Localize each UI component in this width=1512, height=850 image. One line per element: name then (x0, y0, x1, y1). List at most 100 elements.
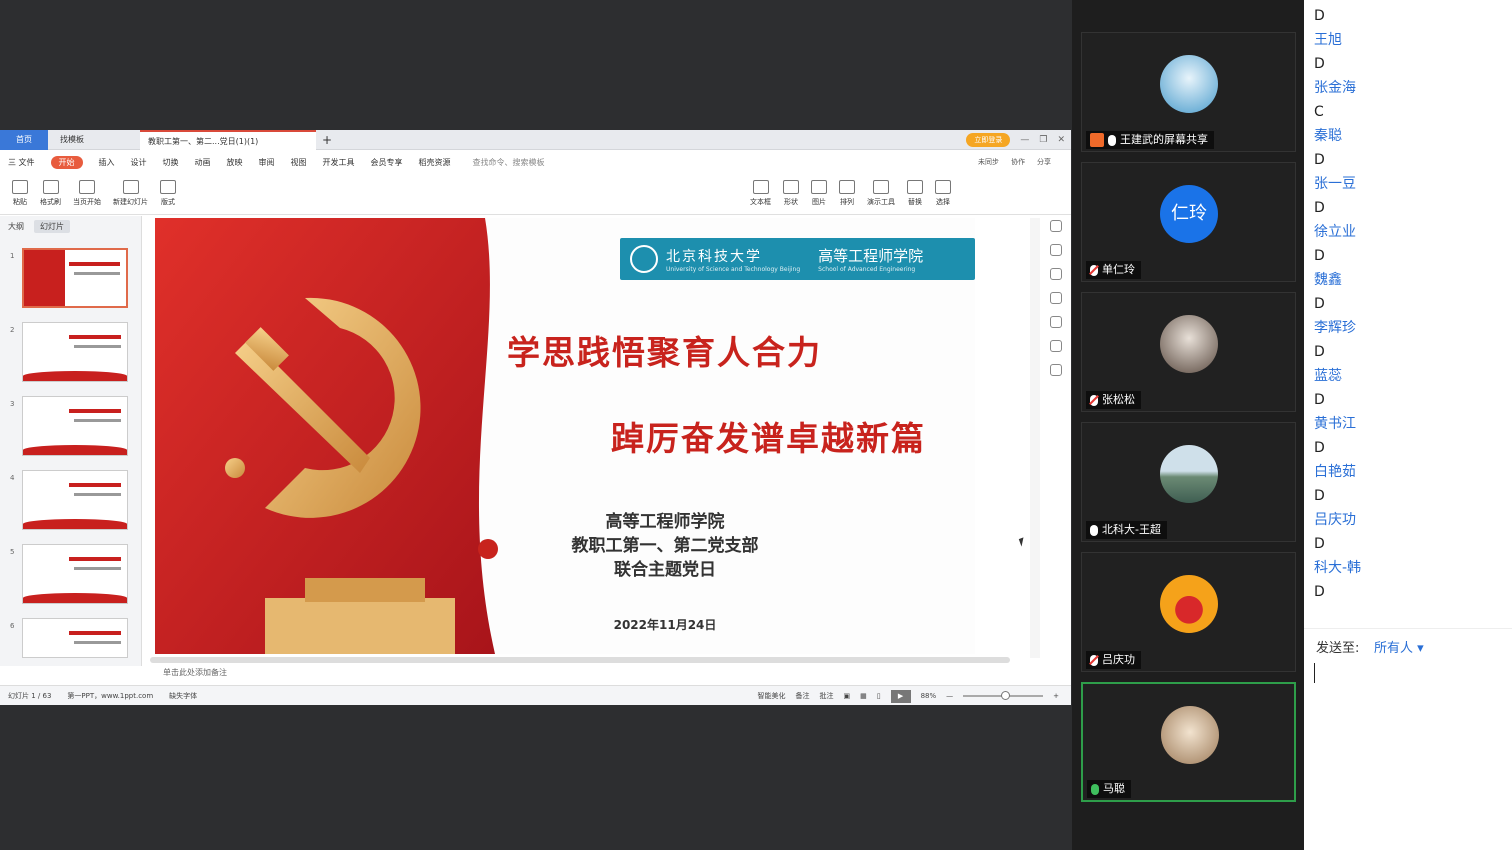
slide-organizer: 高等工程师学院 教职工第一、第二党支部 联合主题党日 (495, 510, 835, 582)
menu-design[interactable]: 设计 (131, 157, 147, 168)
properties-icon[interactable] (1050, 220, 1062, 232)
menu-slideshow[interactable]: 放映 (227, 157, 243, 168)
menu-transition[interactable]: 切换 (163, 157, 179, 168)
participant-tile[interactable]: 王建武的屏幕共享 (1081, 32, 1296, 152)
new-slide-button[interactable]: 新建幻灯片 (113, 180, 148, 207)
share-button[interactable]: 分享 (1037, 157, 1051, 167)
participant-tile[interactable]: 仁玲 单仁玲 (1081, 162, 1296, 282)
chat-sender-name: 张一豆 (1314, 176, 1356, 192)
slide-thumbnail-6[interactable] (22, 618, 128, 658)
select-button[interactable]: 选择 (935, 180, 951, 207)
chat-message-text: D (1314, 536, 1325, 552)
tab-home[interactable]: 首页 (0, 130, 48, 150)
book-icon[interactable] (1050, 364, 1062, 376)
collaborate-button[interactable]: 协作 (1011, 157, 1025, 167)
chat-message-text: D (1314, 584, 1325, 600)
slide-date: 2022年11月24日 (613, 618, 717, 632)
notes-field[interactable]: 单击此处添加备注 (145, 665, 1045, 681)
tab-slides[interactable]: 幻灯片 (34, 219, 70, 233)
new-tab-button[interactable]: + (318, 130, 336, 150)
shape-button[interactable]: 形状 (783, 180, 799, 207)
participant-tile[interactable]: 北科大-王超 (1081, 422, 1296, 542)
zoom-in-icon[interactable]: + (1053, 692, 1059, 700)
menu-file[interactable]: 三 文件 (8, 157, 35, 168)
participant-tile[interactable]: 张松松 (1081, 292, 1296, 412)
menu-home[interactable]: 开始 (50, 155, 83, 169)
play-icon (79, 180, 95, 194)
layout-button[interactable]: 版式 (160, 180, 176, 207)
send-to-dropdown[interactable]: 所有人 ▾ (1374, 637, 1424, 656)
minimize-icon[interactable]: — (1020, 135, 1029, 145)
zoom-slider[interactable] (963, 691, 1044, 700)
sync-button[interactable]: 未同步 (978, 157, 999, 167)
mic-icon (1108, 134, 1116, 146)
participant-tile[interactable]: 吕庆功 (1081, 552, 1296, 672)
slideshow-play-button[interactable]: ▶ (890, 689, 911, 703)
chat-input-caret[interactable] (1314, 663, 1315, 683)
slide-thumbnail-3[interactable] (22, 396, 128, 456)
menu-review[interactable]: 审阅 (259, 157, 275, 168)
normal-view-icon[interactable]: ▣ (843, 692, 850, 700)
chat-message-text: D (1314, 56, 1325, 72)
chat-message-text: D (1314, 152, 1325, 168)
thumb-number: 5 (10, 548, 15, 556)
restore-icon[interactable]: ❐ (1039, 135, 1047, 145)
screen-share-icon (1090, 133, 1104, 147)
slide-thumbnail-4[interactable] (22, 470, 128, 530)
paste-button[interactable]: 粘贴 (12, 180, 28, 207)
grid-view-icon[interactable]: ▦ (860, 692, 867, 700)
horizontal-scrollbar[interactable] (150, 657, 1010, 663)
menu-resources[interactable]: 稻壳资源 (419, 157, 451, 168)
zoom-level[interactable]: 88% (921, 692, 937, 700)
picture-icon (811, 180, 827, 194)
presentation-tools-button[interactable]: 演示工具 (867, 180, 895, 207)
tab-presentation[interactable]: 教职工第一、第二...党日(1)(1) (140, 130, 316, 150)
replace-button[interactable]: 替换 (907, 180, 923, 207)
notes-toggle-button[interactable]: 备注 (795, 691, 809, 701)
vertical-scrollbar[interactable] (1030, 218, 1040, 658)
menu-view[interactable]: 视图 (291, 157, 307, 168)
picture-button[interactable]: 图片 (811, 180, 827, 207)
chat-panel: D 王旭 D 张金海 C 秦聪 D 张一豆 D 徐立业 D 魏鑫 D 李辉珍 D 蓝蕊 D 黄书江 D 白艳茹 D 吕庆功… (1304, 0, 1512, 850)
participant-tile-active-speaker[interactable]: 马聪 (1081, 682, 1296, 802)
menu-member[interactable]: 会员专享 (371, 157, 403, 168)
comment-toggle-button[interactable]: 批注 (819, 691, 833, 701)
slide-thumbnail-1[interactable] (22, 248, 128, 308)
slide-thumbnail-2[interactable] (22, 322, 128, 382)
smart-beautify-button[interactable]: 智能美化 (757, 691, 785, 701)
menu-animation[interactable]: 动画 (195, 157, 211, 168)
participant-name: 马聪 (1103, 782, 1125, 795)
participant-name: 王建武的屏幕共享 (1120, 133, 1208, 146)
zoom-slider-knob[interactable] (1001, 691, 1011, 700)
chat-sender-name: 吕庆功 (1314, 512, 1356, 528)
textbox-button[interactable]: 文本框 (750, 180, 771, 207)
presenter-mic-indicator (478, 539, 498, 559)
missing-font-button[interactable]: 缺失字体 (169, 691, 197, 701)
arrange-button[interactable]: 排列 (839, 180, 855, 207)
participant-name: 吕庆功 (1102, 653, 1135, 666)
image-tool-icon[interactable] (1050, 316, 1062, 328)
arrange-icon (839, 180, 855, 194)
reading-view-icon[interactable]: ▯ (877, 692, 881, 700)
participant-name: 张松松 (1102, 393, 1135, 406)
menu-developer[interactable]: 开发工具 (323, 157, 355, 168)
play-from-current-button[interactable]: 当页开始 (73, 180, 101, 207)
help-icon[interactable] (1050, 292, 1062, 304)
university-logo (630, 245, 658, 273)
format-painter-button[interactable]: 格式刷 (40, 180, 61, 207)
menu-insert[interactable]: 插入 (99, 157, 115, 168)
login-button[interactable]: 立即登录 (966, 133, 1011, 147)
pin-icon[interactable] (1050, 244, 1062, 256)
slide-thumbnail-5[interactable] (22, 544, 128, 604)
slide-canvas[interactable]: 北京科技大学 University of Science and Technol… (155, 218, 975, 654)
zoom-out-icon[interactable]: — (946, 692, 953, 700)
chat-message-list[interactable]: D 王旭 D 张金海 C 秦聪 D 张一豆 D 徐立业 D 魏鑫 D 李辉珍 D 蓝蕊 D 黄书江 D 白艳茹 D 吕庆功… (1304, 4, 1512, 624)
tab-template[interactable]: 找模板 (52, 130, 136, 150)
close-icon[interactable]: ✕ (1057, 135, 1065, 145)
command-search[interactable]: 查找命令、搜索模板 (473, 157, 545, 168)
screen-share-area: 首页 找模板 教职工第一、第二...党日(1)(1) + 立即登录 — ❐ ✕ … (0, 0, 1072, 850)
tab-outline[interactable]: 大纲 (8, 221, 24, 232)
status-bar: 幻灯片 1 / 63 第一PPT，www.1ppt.com 缺失字体 智能美化 … (0, 685, 1071, 705)
copy-icon[interactable] (1050, 268, 1062, 280)
target-icon[interactable] (1050, 340, 1062, 352)
